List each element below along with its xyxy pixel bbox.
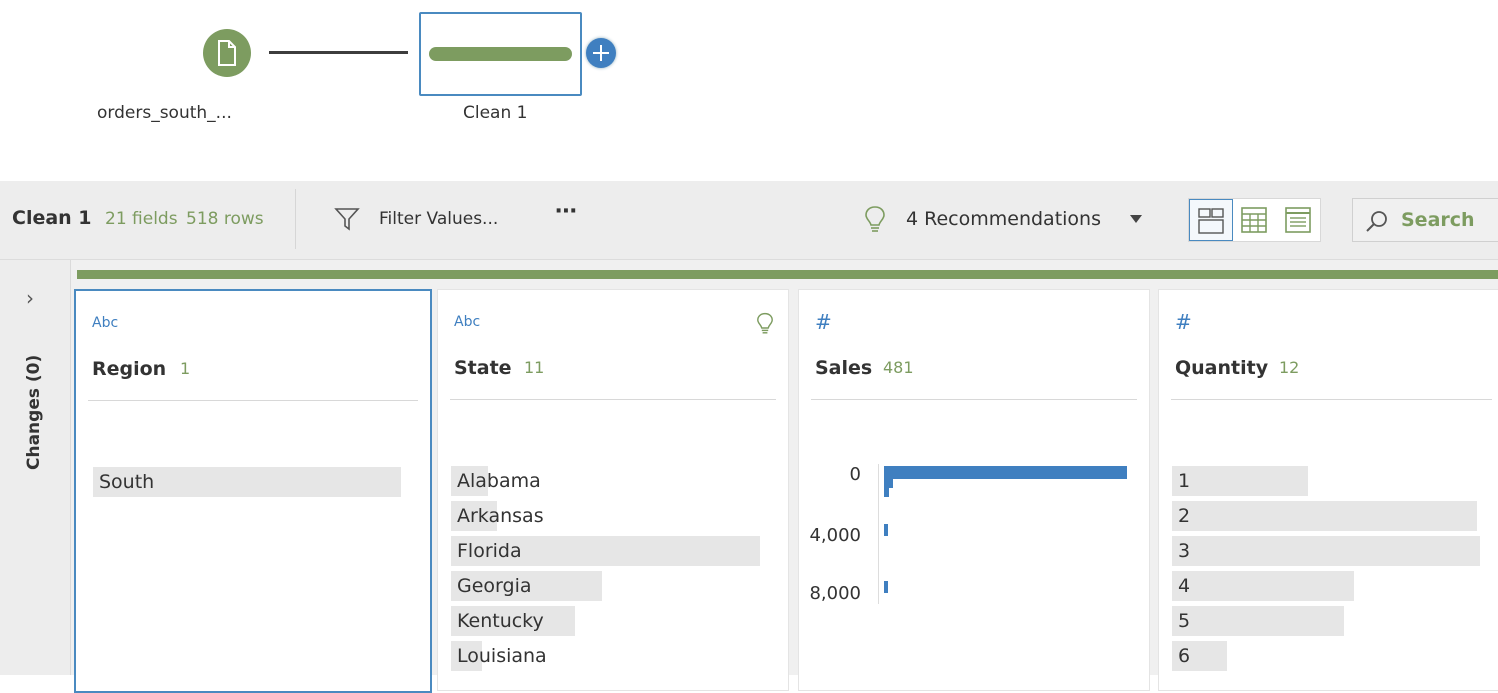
value-row[interactable]: 3 — [1172, 536, 1480, 566]
list-view-icon — [1285, 207, 1311, 233]
value-row[interactable]: Georgia — [451, 571, 760, 601]
string-type-icon[interactable]: Abc — [454, 314, 480, 330]
card-divider — [1171, 399, 1492, 400]
value-label: Georgia — [457, 575, 532, 597]
value-label: Florida — [457, 540, 522, 562]
value-label: 1 — [1178, 470, 1191, 492]
value-row[interactable]: 5 — [1172, 606, 1480, 636]
chevron-down-icon[interactable] — [1130, 215, 1142, 223]
clean-step-node[interactable] — [419, 12, 582, 96]
recommendations-button[interactable]: 4 Recommendations — [906, 208, 1101, 230]
clean-node-label: Clean 1 — [463, 103, 528, 123]
clean-step-bar — [429, 47, 572, 61]
value-row[interactable]: 6 — [1172, 641, 1480, 671]
value-bar — [1172, 606, 1344, 636]
number-type-icon[interactable]: # — [1175, 310, 1192, 334]
value-bar — [1172, 466, 1308, 496]
data-grid-icon — [1241, 207, 1267, 233]
value-bar — [1172, 571, 1354, 601]
value-bar — [1172, 501, 1477, 531]
card-divider — [450, 399, 776, 400]
card-divider — [88, 400, 418, 401]
value-row[interactable]: 4 — [1172, 571, 1480, 601]
axis-tick-label: 0 — [849, 464, 861, 485]
value-label: 4 — [1178, 575, 1191, 597]
value-label: Alabama — [457, 470, 541, 492]
input-node-label: orders_south_... — [97, 103, 232, 123]
flow-pane: orders_south_... Clean 1 — [0, 0, 1498, 181]
card-divider — [811, 399, 1137, 400]
value-label: Kentucky — [457, 610, 544, 632]
profile-card-region[interactable]: Abc Region 1 South — [74, 289, 432, 693]
histogram-bar[interactable] — [884, 466, 1127, 479]
chevron-right-icon[interactable]: › — [26, 286, 34, 310]
profile-view-button[interactable] — [1189, 199, 1233, 241]
changes-pane-toggle[interactable]: Changes (0) — [24, 355, 44, 470]
search-field[interactable]: Search — [1352, 198, 1498, 242]
histogram-bar[interactable] — [884, 485, 889, 497]
data-grid-view-button[interactable] — [1233, 199, 1275, 239]
filter-icon[interactable] — [334, 206, 360, 232]
field-name[interactable]: Region — [92, 358, 166, 380]
value-label: Arkansas — [457, 505, 544, 527]
histogram-bar[interactable] — [884, 581, 888, 593]
row-count: 518 rows — [186, 209, 264, 229]
value-row[interactable]: Arkansas — [451, 501, 760, 531]
toolbar-divider — [295, 189, 296, 249]
value-row[interactable]: 1 — [1172, 466, 1480, 496]
search-icon — [1366, 211, 1387, 232]
field-name[interactable]: Quantity — [1175, 357, 1268, 379]
lightbulb-icon[interactable] — [756, 312, 774, 336]
distinct-count: 12 — [1279, 358, 1300, 377]
value-label: 3 — [1178, 540, 1191, 562]
profile-view-icon — [1198, 208, 1224, 234]
value-bar — [1172, 536, 1480, 566]
distinct-count: 11 — [524, 358, 545, 377]
value-row[interactable]: Florida — [451, 536, 760, 566]
profile-card-state[interactable]: Abc State 11 Alabama Arkansas Florida Georg… — [437, 289, 789, 691]
histogram-bar[interactable] — [884, 524, 888, 536]
add-step-button[interactable] — [586, 38, 616, 68]
value-row[interactable]: Louisiana — [451, 641, 760, 671]
value-row[interactable]: 2 — [1172, 501, 1480, 531]
value-label: Louisiana — [457, 645, 547, 667]
distinct-count: 481 — [883, 358, 914, 377]
axis-tick-label: 4,000 — [809, 525, 861, 546]
step-title: Clean 1 — [12, 207, 92, 229]
field-name[interactable]: State — [454, 357, 512, 379]
profile-toolbar: Clean 1 21 fields 518 rows Filter Values… — [0, 181, 1498, 260]
step-color-bar — [77, 270, 1498, 279]
profile-pane: Abc Region 1 South Abc State 11 Alabama A… — [71, 260, 1498, 693]
profile-card-sales[interactable]: # Sales 481 0 4,000 8,000 — [798, 289, 1150, 691]
field-name[interactable]: Sales — [815, 357, 872, 379]
file-icon — [218, 40, 236, 66]
value-label: 6 — [1178, 645, 1191, 667]
value-row[interactable]: South — [93, 467, 401, 497]
lightbulb-icon — [865, 206, 885, 232]
view-toggle-group — [1188, 198, 1321, 242]
value-label: 5 — [1178, 610, 1191, 632]
list-view-button[interactable] — [1277, 199, 1319, 239]
search-label: Search — [1401, 209, 1475, 231]
value-label: 2 — [1178, 505, 1191, 527]
filter-values-button[interactable]: Filter Values... — [379, 209, 498, 229]
distinct-count: 1 — [180, 359, 191, 378]
histogram-axis — [878, 464, 879, 604]
flow-connector — [269, 51, 408, 54]
axis-tick-label: 8,000 — [809, 583, 861, 604]
more-options-button[interactable]: ⋯ — [555, 199, 579, 224]
value-label: South — [99, 471, 155, 493]
profile-card-quantity[interactable]: # Quantity 12 123456 — [1158, 289, 1498, 691]
string-type-icon[interactable]: Abc — [92, 315, 118, 331]
value-row[interactable]: Kentucky — [451, 606, 760, 636]
field-count: 21 fields — [105, 209, 178, 229]
value-row[interactable]: Alabama — [451, 466, 760, 496]
number-type-icon[interactable]: # — [815, 310, 832, 334]
changes-rail: › Changes (0) — [0, 260, 71, 675]
input-node[interactable] — [203, 29, 251, 77]
